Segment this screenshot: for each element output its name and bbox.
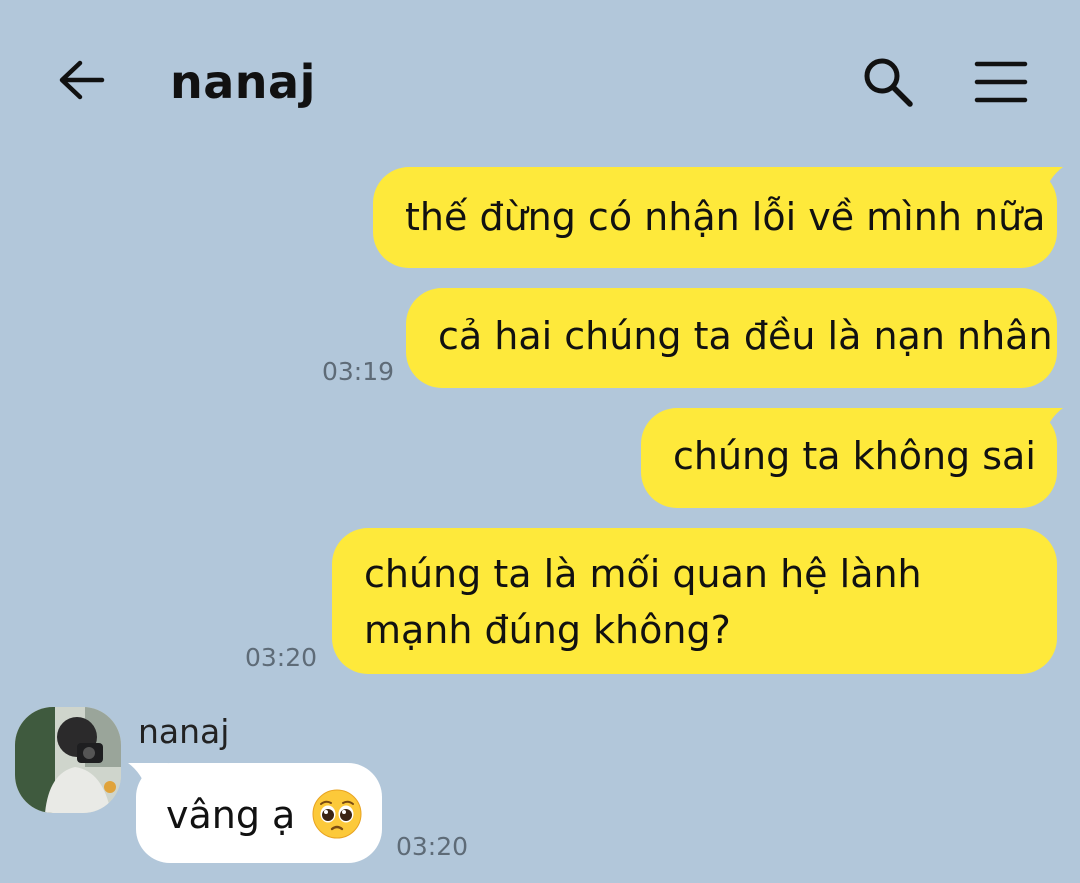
back-arrow-icon	[59, 60, 105, 100]
sent-message-bubble[interactable]: cả hai chúng ta đều là nạn nhân	[406, 288, 1057, 388]
message-text: cả hai chúng ta đều là nạn nhân	[438, 314, 1053, 358]
chat-title: nanaj	[170, 55, 316, 109]
back-button[interactable]	[48, 50, 114, 110]
message-text: chúng ta là mối quan hệ lành mạnh đúng k…	[364, 552, 922, 652]
pleading-face-icon	[312, 789, 362, 838]
bubble-tail	[1023, 167, 1063, 197]
message-timestamp: 03:20	[245, 643, 318, 672]
bubble-tail	[128, 763, 168, 793]
search-icon	[864, 58, 913, 107]
sent-message-bubble[interactable]: thế đừng có nhận lỗi về mình nữa	[373, 167, 1063, 268]
sent-message-bubble[interactable]: chúng ta là mối quan hệ lành mạnh đúng k…	[332, 528, 1057, 674]
chat-header: nanaj	[0, 0, 1080, 160]
contact-avatar[interactable]	[15, 707, 121, 813]
message-timestamp: 03:19	[322, 357, 395, 386]
message-text: thế đừng có nhận lỗi về mình nữa	[405, 195, 1046, 239]
sender-name: nanaj	[138, 712, 230, 751]
message-text: chúng ta không sai	[673, 434, 1036, 478]
received-message-bubble[interactable]: vâng ạ	[128, 763, 382, 863]
sent-message-bubble[interactable]: chúng ta không sai	[641, 408, 1063, 508]
message-text: vâng ạ	[166, 793, 296, 837]
hamburger-menu-icon	[974, 61, 1028, 103]
message-timestamp: 03:20	[396, 832, 469, 861]
search-button[interactable]	[856, 50, 920, 114]
bubble-tail	[1023, 408, 1063, 438]
avatar-photo	[15, 707, 121, 813]
menu-button[interactable]	[968, 50, 1034, 114]
